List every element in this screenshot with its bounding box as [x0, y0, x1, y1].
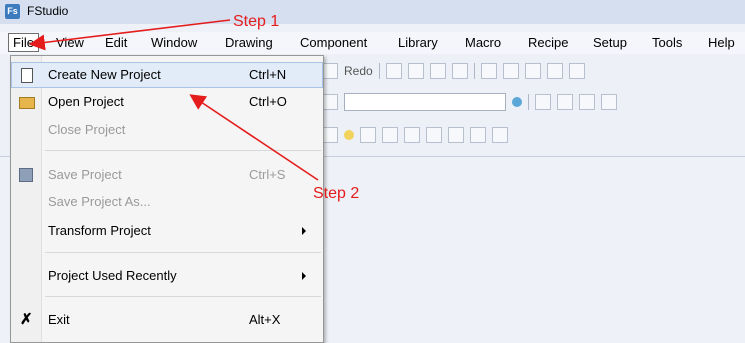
- bit-switch-icon[interactable]: [322, 127, 338, 143]
- menu-item-shortcut: Ctrl+S: [249, 167, 286, 182]
- menu-item-label: Close Project: [48, 122, 126, 137]
- menu-drawing[interactable]: Drawing: [225, 35, 273, 50]
- group-icon[interactable]: [429, 63, 446, 79]
- align-top-icon[interactable]: [546, 63, 563, 79]
- save-disk-icon: [19, 168, 33, 182]
- toolbar-row-2: [322, 91, 617, 113]
- app-icon: Fs: [5, 4, 20, 19]
- menu-item-shortcut: Ctrl+O: [249, 94, 287, 109]
- submenu-arrow-icon: [302, 272, 306, 280]
- menu-item-label: Exit: [48, 312, 70, 327]
- toolbar-row-1: Redo: [322, 60, 585, 82]
- menu-window[interactable]: Window: [151, 35, 197, 50]
- menu-edit[interactable]: Edit: [105, 35, 127, 50]
- file-menu-dropdown: Create New Project Ctrl+N Open Project C…: [10, 55, 324, 343]
- menu-item-save-project[interactable]: Save Project Ctrl+S: [11, 162, 323, 188]
- align-left-icon[interactable]: [480, 63, 497, 79]
- clock-icon[interactable]: [404, 127, 420, 143]
- bar-graph-icon[interactable]: [426, 127, 442, 143]
- menu-item-exit[interactable]: ✗ Exit Alt+X: [11, 307, 323, 333]
- toolbar-separator: [473, 63, 475, 79]
- menu-item-save-project-as[interactable]: Save Project As...: [11, 189, 323, 215]
- text-edit-icon[interactable]: [557, 94, 573, 110]
- exit-x-icon: ✗: [20, 311, 33, 328]
- menu-item-project-used-recently[interactable]: Project Used Recently: [11, 263, 323, 289]
- menu-setup[interactable]: Setup: [593, 35, 627, 50]
- menu-macro[interactable]: Macro: [465, 35, 501, 50]
- menu-item-shortcut: Alt+X: [249, 312, 281, 327]
- title-bar: Fs FStudio: [0, 0, 745, 24]
- menu-bar: File View Edit Window Drawing Component …: [0, 32, 745, 54]
- trend-icon[interactable]: [448, 127, 464, 143]
- menu-separator: [45, 252, 321, 253]
- menu-item-shortcut: Ctrl+N: [249, 67, 287, 82]
- menu-recipe[interactable]: Recipe: [528, 35, 568, 50]
- new-document-icon: [21, 68, 33, 83]
- menu-item-label: Open Project: [48, 94, 124, 109]
- menu-library[interactable]: Library: [398, 35, 438, 50]
- distribute-icon[interactable]: [407, 63, 424, 79]
- open-folder-icon: [19, 97, 35, 109]
- layer-icon[interactable]: [451, 63, 468, 79]
- step-1-annotation: Step 1: [233, 13, 280, 30]
- menu-item-close-project[interactable]: Close Project: [11, 117, 323, 143]
- lamp-icon[interactable]: [344, 130, 354, 140]
- menu-component[interactable]: Component: [300, 35, 367, 50]
- align-right-icon[interactable]: [524, 63, 541, 79]
- menu-file[interactable]: File: [8, 33, 39, 52]
- menu-view[interactable]: View: [56, 35, 84, 50]
- align-center-icon[interactable]: [502, 63, 519, 79]
- menu-item-label: Project Used Recently: [48, 268, 177, 283]
- menu-help[interactable]: Help: [708, 35, 735, 50]
- menu-item-open-project[interactable]: Open Project Ctrl+O: [11, 89, 323, 115]
- menu-item-label: Save Project As...: [48, 194, 151, 209]
- undo-dropdown-icon[interactable]: [322, 63, 338, 79]
- menu-tools[interactable]: Tools: [652, 35, 682, 50]
- toolbar-separator: [378, 63, 380, 79]
- font-icon[interactable]: [322, 94, 338, 110]
- image-icon[interactable]: [579, 94, 595, 110]
- number-icon[interactable]: [360, 127, 376, 143]
- menu-separator: [45, 150, 321, 151]
- bulb-icon[interactable]: [512, 97, 522, 107]
- toolbar-row-3: [322, 124, 508, 146]
- menu-item-label: Create New Project: [48, 67, 161, 82]
- table-icon[interactable]: [492, 127, 508, 143]
- menu-separator: [45, 296, 321, 297]
- ascii-icon[interactable]: [382, 127, 398, 143]
- menu-item-create-new-project[interactable]: Create New Project Ctrl+N: [11, 62, 323, 88]
- menu-item-label: Transform Project: [48, 223, 151, 238]
- align-middle-icon[interactable]: [568, 63, 585, 79]
- redo-button[interactable]: Redo: [344, 64, 373, 78]
- font-combo[interactable]: [344, 93, 506, 111]
- picture-icon[interactable]: [601, 94, 617, 110]
- meter-icon[interactable]: [470, 127, 486, 143]
- text-icon[interactable]: [535, 94, 551, 110]
- align-icon[interactable]: [385, 63, 402, 79]
- submenu-arrow-icon: [302, 227, 306, 235]
- step-2-annotation: Step 2: [313, 185, 360, 202]
- menu-item-label: Save Project: [48, 167, 122, 182]
- toolbar-separator: [528, 94, 529, 110]
- window-title: FStudio: [27, 4, 69, 18]
- menu-item-transform-project[interactable]: Transform Project: [11, 218, 323, 244]
